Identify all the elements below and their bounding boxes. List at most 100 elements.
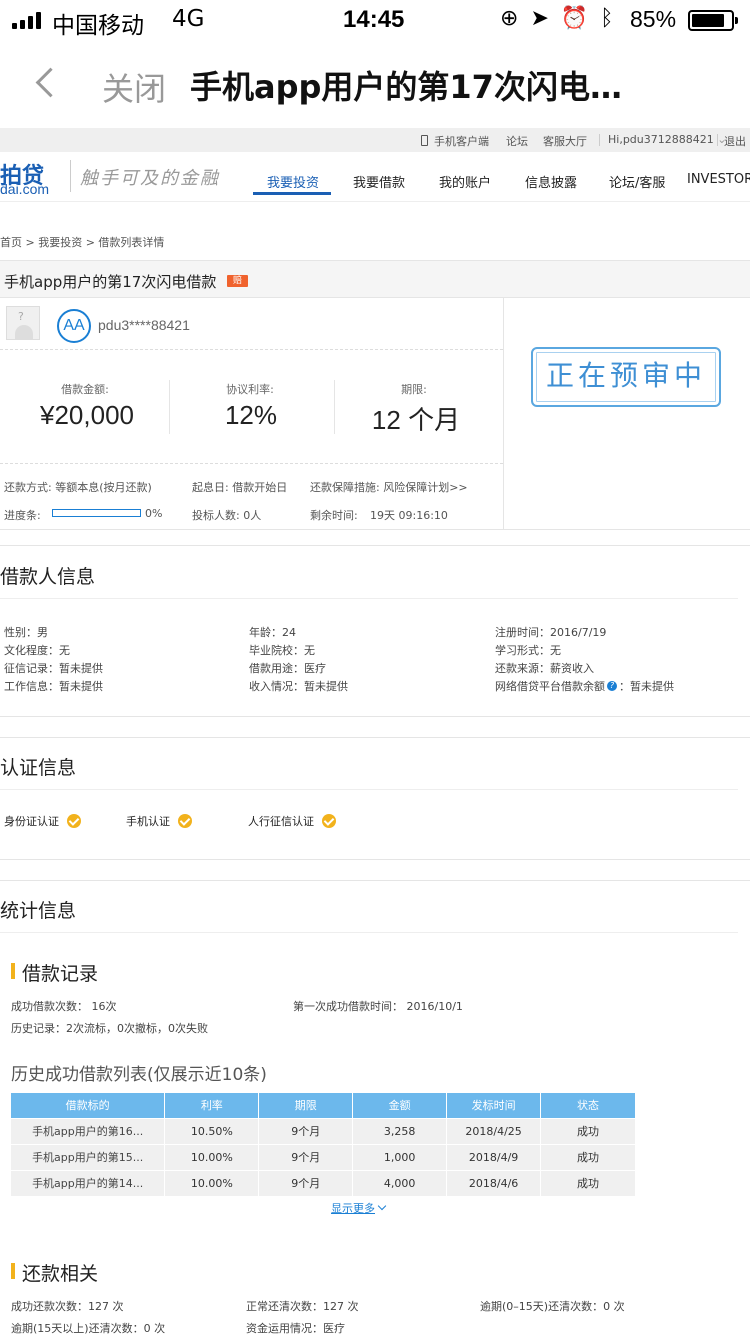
borrower-credit-record: 征信记录：暂未提供 xyxy=(4,662,103,675)
double-chevron-down-icon xyxy=(377,1201,387,1211)
logo-domain: dai.com xyxy=(0,181,50,197)
status-time: 14:45 xyxy=(343,6,405,33)
loan-term: 12 个月 xyxy=(371,405,461,435)
nav-forum-service[interactable]: 论坛/客服 xyxy=(609,172,665,191)
avatar xyxy=(6,306,40,340)
study-form: 学习形式：无 xyxy=(495,644,561,657)
active-nav-indicator xyxy=(253,192,331,195)
borrower-education: 文化程度：无 xyxy=(4,644,70,657)
success-loan-count: 成功借款次数： 16次 xyxy=(11,1000,117,1013)
check-circle-icon xyxy=(178,814,192,828)
loan-title-bar: 手机app用户的第17次闪电借款 赔 xyxy=(0,260,750,298)
loan-purpose: 借款用途：医疗 xyxy=(249,662,326,675)
forum-link[interactable]: 论坛 xyxy=(506,133,528,149)
repay-normal-count: 正常还清次数：127 次 xyxy=(246,1300,359,1313)
section-title-borrower: 借款人信息 xyxy=(0,566,96,588)
repay-overdue-short-count: 逾期(0–15天)还清次数：0 次 xyxy=(480,1300,625,1313)
col-header-publish-time: 发标时间 xyxy=(446,1093,542,1118)
col-header-status: 状态 xyxy=(540,1093,636,1118)
first-success-time: 第一次成功借款时间： 2016/10/1 xyxy=(293,1000,463,1013)
loan-rate: 12% xyxy=(224,400,278,430)
loan-record-heading: 借款记录 xyxy=(22,963,99,985)
borrower-age: 年龄：24 xyxy=(249,626,296,639)
repay-heading: 还款相关 xyxy=(22,1263,99,1285)
col-header-amount: 金额 xyxy=(352,1093,448,1118)
fund-usage: 资金运用情况：医疗 xyxy=(246,1322,345,1334)
progress-bar xyxy=(52,509,141,517)
history-loan-table: 借款标的 利率 期限 金额 发标时间 状态 手机app用户的第16... 10.… xyxy=(11,1093,636,1196)
col-header-term: 期限 xyxy=(258,1093,354,1118)
carrier-name: 中国移动 xyxy=(52,13,144,39)
repay-source: 还款来源：薪资收入 xyxy=(495,662,594,675)
loan-title: 手机app用户的第17次闪电借款 xyxy=(4,273,217,291)
utility-bar: 手机客户端 论坛 客服大厅 Hi,pdu3712888421 ⌄ 退出 xyxy=(0,128,750,152)
status-bar: 中国移动 4G 14:45 ⊕ ➤ ⏰ ᛒ 85% xyxy=(0,0,750,40)
history-list-title: 历史成功借款列表(仅展示近10条) xyxy=(11,1065,267,1085)
show-more-link[interactable]: 显示更多 xyxy=(331,1200,387,1216)
repay-method: 还款方式: 等额本息(按月还款) xyxy=(4,481,152,494)
col-header-loan: 借款标的 xyxy=(11,1093,166,1118)
nav-invest[interactable]: 我要投资 xyxy=(267,172,319,191)
row-loan-link[interactable]: 手机app用户的第15... xyxy=(11,1143,166,1170)
site-header: 拍贷 dai.com 触手可及的金融 我要投资 我要借款 我的账户 信息披露 论… xyxy=(0,152,750,202)
check-circle-icon xyxy=(322,814,336,828)
table-row: 手机app用户的第15... 10.00% 9个月 1,000 2018/4/9… xyxy=(11,1143,636,1170)
nav-investor[interactable]: INVESTOR xyxy=(687,172,750,187)
borrower-work-info: 工作信息：暂未提供 xyxy=(4,680,103,693)
borrower-gender: 性别：男 xyxy=(4,626,48,639)
amount-label: 借款金额: xyxy=(61,383,109,396)
back-chevron-icon[interactable] xyxy=(30,62,66,106)
row-loan-link[interactable]: 手机app用户的第14... xyxy=(11,1169,166,1196)
term-label: 期限: xyxy=(401,383,427,396)
battery-percentage: 85% xyxy=(630,6,677,32)
nav-my-account[interactable]: 我的账户 xyxy=(439,172,491,191)
help-icon[interactable]: ? xyxy=(607,681,617,691)
credit-grade-badge: AA xyxy=(57,309,91,343)
guarantee-link[interactable]: 还款保障措施: 风险保障计划>> xyxy=(310,479,468,495)
phone-icon xyxy=(421,135,428,146)
user-greeting-dropdown[interactable]: Hi,pdu3712888421 ⌄ xyxy=(608,133,726,146)
register-time: 注册时间：2016/7/19 xyxy=(495,626,607,639)
breadcrumb[interactable]: 首页 > 我要投资 > 借款列表详情 xyxy=(0,234,164,250)
table-row: 手机app用户的第16... 10.50% 9个月 3,258 2018/4/2… xyxy=(11,1117,636,1144)
start-date: 起息日: 借款开始日 xyxy=(192,481,288,494)
bidder-count: 投标人数: 0人 xyxy=(192,509,262,522)
auth-phone: 手机认证 xyxy=(126,813,192,829)
section-title-stats: 统计信息 xyxy=(0,900,77,922)
online-debt-balance: 网络借贷平台借款余额? ：暂未提供 xyxy=(495,680,674,693)
location-arrow-icon: ➤ xyxy=(530,6,549,31)
row-loan-link[interactable]: 手机app用户的第16... xyxy=(11,1117,166,1144)
rate-label: 协议利率: xyxy=(226,383,274,396)
borrower-school: 毕业院校：无 xyxy=(249,644,315,657)
logout-link[interactable]: 退出 xyxy=(724,133,746,149)
service-hall-link[interactable]: 客服大厅 xyxy=(543,133,587,149)
borrower-username: pdu3****88421 xyxy=(98,317,190,333)
section-title-auth: 认证信息 xyxy=(0,757,77,779)
battery-icon xyxy=(688,10,738,31)
status-stamp: 正在预审中 xyxy=(531,347,721,407)
repay-overdue-long-count: 逾期(15天以上)还清次数：0 次 xyxy=(11,1322,166,1334)
logo-slogan: 触手可及的金融 xyxy=(80,168,220,189)
progress-label: 进度条: xyxy=(4,509,41,522)
page-title: 手机app用户的第17次闪电… xyxy=(190,68,622,106)
auth-pboc-credit: 人行征信认证 xyxy=(248,813,336,829)
borrower-income: 收入情况：暂未提供 xyxy=(249,680,348,693)
webview-navbar: 关闭 手机app用户的第17次闪电… xyxy=(0,40,750,128)
remaining-time: 19天 09:16:10 xyxy=(370,509,448,522)
alarm-icon: ⏰ xyxy=(560,6,589,31)
signal-strength-icon xyxy=(12,12,41,29)
progress-percent: 0% xyxy=(145,507,163,520)
nav-borrow[interactable]: 我要借款 xyxy=(353,172,405,191)
mobile-client-link[interactable]: 手机客户端 xyxy=(421,133,489,149)
table-row: 手机app用户的第14... 10.00% 9个月 4,000 2018/4/6… xyxy=(11,1169,636,1196)
nav-disclosure[interactable]: 信息披露 xyxy=(525,172,577,191)
close-button[interactable]: 关闭 xyxy=(102,64,166,110)
col-header-rate: 利率 xyxy=(164,1093,260,1118)
check-circle-icon xyxy=(67,814,81,828)
compensation-badge: 赔 xyxy=(227,275,248,287)
battery-level xyxy=(692,14,725,27)
network-type: 4G xyxy=(172,6,205,32)
auth-id-card: 身份证认证 xyxy=(4,813,81,829)
repay-success-count: 成功还款次数：127 次 xyxy=(11,1300,124,1313)
remaining-label: 剩余时间: xyxy=(310,509,358,522)
